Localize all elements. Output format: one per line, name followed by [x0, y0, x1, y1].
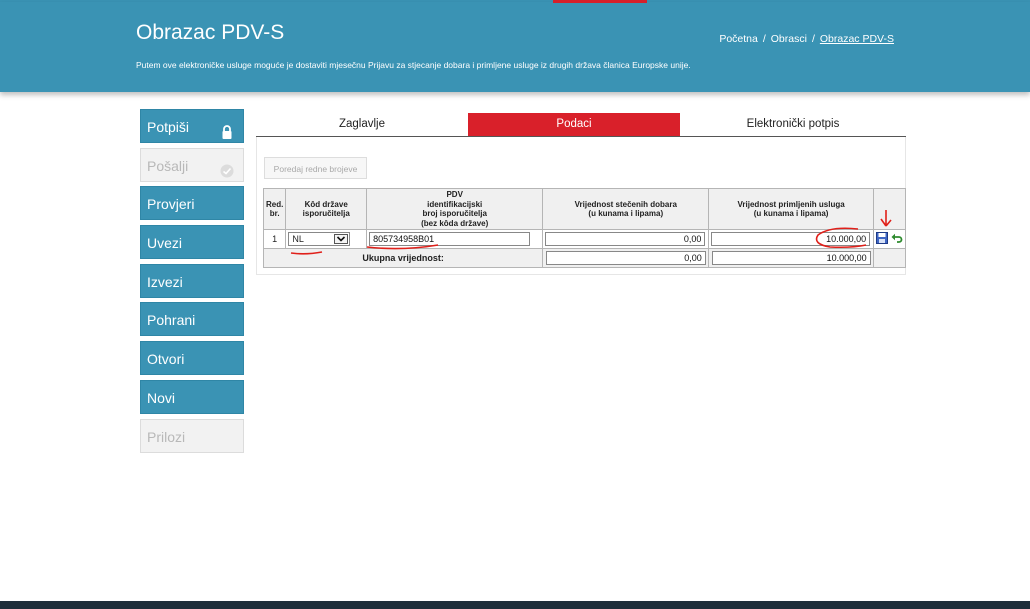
chevron-down-icon — [334, 234, 349, 244]
tab-signature[interactable]: Elektronički potpis — [680, 113, 906, 136]
col-services-header: Vrijednost primljenih usluga (u kunama i … — [708, 188, 875, 230]
table-row: 1 NL — [262, 229, 906, 249]
goods-value-input[interactable] — [545, 232, 706, 246]
breadcrumb-home[interactable]: Početna — [719, 33, 758, 45]
row-number: 1 — [262, 229, 287, 249]
send-button[interactable]: Pošalji — [140, 147, 244, 182]
send-button-label: Pošalji — [147, 157, 189, 174]
action-sidebar: Potpiši Pošalji Provjeri Uvezi Izvezi Po… — [140, 109, 244, 457]
total-row: Ukupna vrijednost: — [262, 248, 906, 268]
col-goods-header: Vrijednost stečenih dobara (u kunama i li… — [542, 188, 710, 230]
col-actions-header — [873, 188, 906, 230]
total-empty-cell — [873, 248, 906, 268]
page-footer — [0, 601, 1030, 609]
tab-data[interactable]: Podaci — [468, 113, 680, 136]
open-button[interactable]: Otvori — [140, 341, 244, 376]
col-vat-header: PDV identifikacijski broj isporučitelja (be… — [366, 188, 544, 230]
send-icon — [219, 157, 235, 178]
country-cell: NL — [285, 229, 368, 249]
sign-button-label: Potpiši — [147, 119, 190, 135]
services-cell — [708, 229, 875, 249]
vat-number-input[interactable] — [369, 232, 531, 246]
table-header-row: Red. br. Kôd države isporučitelja PDV ident… — [262, 188, 906, 230]
services-value-input[interactable] — [711, 232, 871, 246]
col-country-header: Kôd države isporučitelja — [285, 188, 368, 230]
total-goods-field — [545, 251, 706, 265]
country-select[interactable]: NL — [288, 232, 351, 246]
sign-button[interactable]: Potpiši — [140, 109, 244, 143]
check-button[interactable]: Provjeri — [140, 186, 244, 221]
total-label: Ukupna vrijednost: — [262, 248, 544, 268]
export-button[interactable]: Izvezi — [140, 263, 244, 298]
save-button[interactable]: Pohrani — [140, 302, 244, 337]
attachments-button[interactable]: Prilozi — [140, 418, 244, 453]
total-services-cell — [708, 248, 875, 268]
goods-cell — [542, 229, 710, 249]
breadcrumb-current[interactable]: Obrazac PDV-S — [820, 33, 894, 45]
col-rb-header: Red. br. — [262, 188, 287, 230]
breadcrumb-separator: / — [762, 33, 766, 45]
breadcrumb-forms[interactable]: Obrasci — [771, 33, 807, 45]
page-title: Obrazac PDV-S — [136, 21, 285, 44]
total-goods-cell — [542, 248, 710, 268]
country-select-value: NL — [292, 234, 304, 244]
data-table: Red. br. Kôd države isporučitelja PDV ident… — [262, 188, 906, 268]
breadcrumb-separator: / — [811, 33, 815, 45]
total-services-field — [711, 251, 871, 265]
vat-cell — [366, 229, 544, 249]
row-actions-cell — [873, 229, 906, 249]
lock-icon — [219, 118, 235, 139]
tab-header[interactable]: Zaglavlje — [256, 113, 468, 136]
import-button[interactable]: Uvezi — [140, 225, 244, 260]
page-subtitle: Putem ove elektroničke usluge moguće je … — [136, 60, 691, 70]
page-header: Obrazac PDV-S Putem ove elektroničke usl… — [0, 2, 1030, 92]
breadcrumb: Početna / Obrasci / Obrazac PDV-S — [719, 33, 894, 45]
sort-numbers-button[interactable]: Poredaj redne brojeve — [264, 157, 367, 179]
undo-icon[interactable] — [891, 232, 903, 246]
new-button[interactable]: Novi — [140, 379, 244, 414]
active-nav-indicator — [553, 0, 647, 3]
save-row-icon[interactable] — [876, 232, 889, 246]
form-tabs: Zaglavlje Podaci Elektronički potpis — [256, 113, 906, 137]
